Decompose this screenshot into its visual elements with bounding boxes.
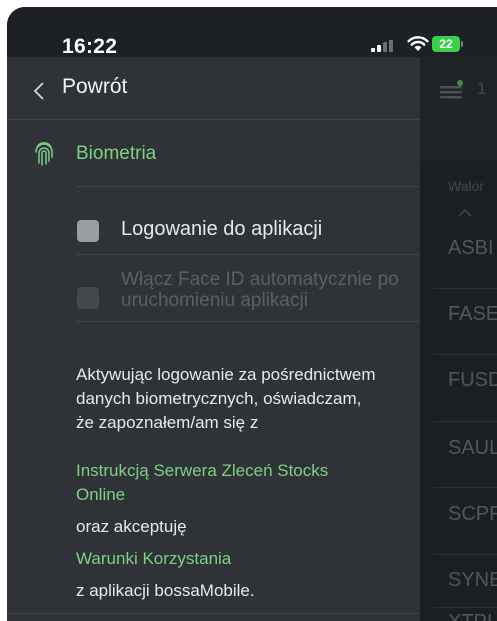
ticker-item[interactable]: XTPI bbox=[448, 611, 492, 621]
section-divider bbox=[76, 186, 420, 187]
wifi-icon bbox=[407, 35, 429, 57]
background-header-text: 1 bbox=[477, 79, 487, 98]
status-time: 16:22 bbox=[62, 35, 118, 58]
ticker-item[interactable]: SAUL bbox=[448, 437, 497, 460]
ticker-item[interactable]: FUSD bbox=[448, 369, 497, 392]
ticker-item[interactable]: SYNE bbox=[448, 569, 497, 592]
faceid-checkbox bbox=[77, 287, 99, 309]
back-label: Powrót bbox=[62, 75, 128, 98]
battery-level: 22 bbox=[439, 37, 453, 51]
column-header-walor: Walor bbox=[448, 178, 485, 194]
ticker-item[interactable]: SCPF bbox=[448, 503, 497, 526]
divider bbox=[433, 288, 497, 289]
faceid-label: Włącz Face ID automatycznie po uruchomie… bbox=[121, 269, 399, 311]
ticker-item[interactable]: ASBI bbox=[448, 237, 494, 260]
battery-cap bbox=[461, 41, 463, 47]
consent-text: Aktywując logowanie za pośrednictwem dan… bbox=[76, 365, 376, 432]
chevron-up-icon bbox=[458, 204, 472, 222]
row-divider bbox=[76, 321, 420, 322]
login-label[interactable]: Logowanie do aplikacji bbox=[121, 218, 322, 241]
menu-filter-icon bbox=[440, 80, 464, 105]
ticker-item[interactable]: FASE bbox=[448, 303, 497, 326]
section-label-biometria: Biometria bbox=[76, 143, 157, 164]
battery-icon: 22 bbox=[432, 36, 460, 52]
terms-link[interactable]: Warunki Korzystania bbox=[76, 547, 231, 571]
back-button[interactable]: Powrót bbox=[7, 57, 420, 119]
app-frame: 16:22 22 1 Walor ASBI FASE FUSD SAUL SCP… bbox=[7, 7, 497, 621]
background-header: 1 bbox=[420, 57, 497, 161]
divider bbox=[433, 354, 497, 355]
login-checkbox[interactable] bbox=[77, 220, 99, 242]
status-bar: 16:22 22 bbox=[7, 7, 497, 58]
divider bbox=[433, 421, 497, 422]
accept-text: oraz akceptuję bbox=[76, 517, 187, 536]
instruction-link[interactable]: Instrukcją Serwera Zleceń Stocks Online bbox=[76, 459, 376, 507]
header-divider bbox=[7, 119, 420, 120]
signal-icon bbox=[371, 39, 395, 57]
app-text: z aplikacji bossaMobile. bbox=[76, 581, 255, 600]
divider bbox=[433, 607, 497, 608]
settings-drawer: Powrót Biometria Logowanie do aplikacji … bbox=[7, 57, 420, 621]
background-list: 1 Walor ASBI FASE FUSD SAUL SCPF SYNE XT… bbox=[420, 57, 497, 621]
footer-divider bbox=[7, 613, 420, 614]
fingerprint-icon bbox=[33, 141, 55, 172]
divider bbox=[433, 487, 497, 488]
chevron-left-icon bbox=[33, 81, 45, 105]
divider bbox=[433, 554, 497, 555]
row-divider bbox=[76, 254, 420, 255]
